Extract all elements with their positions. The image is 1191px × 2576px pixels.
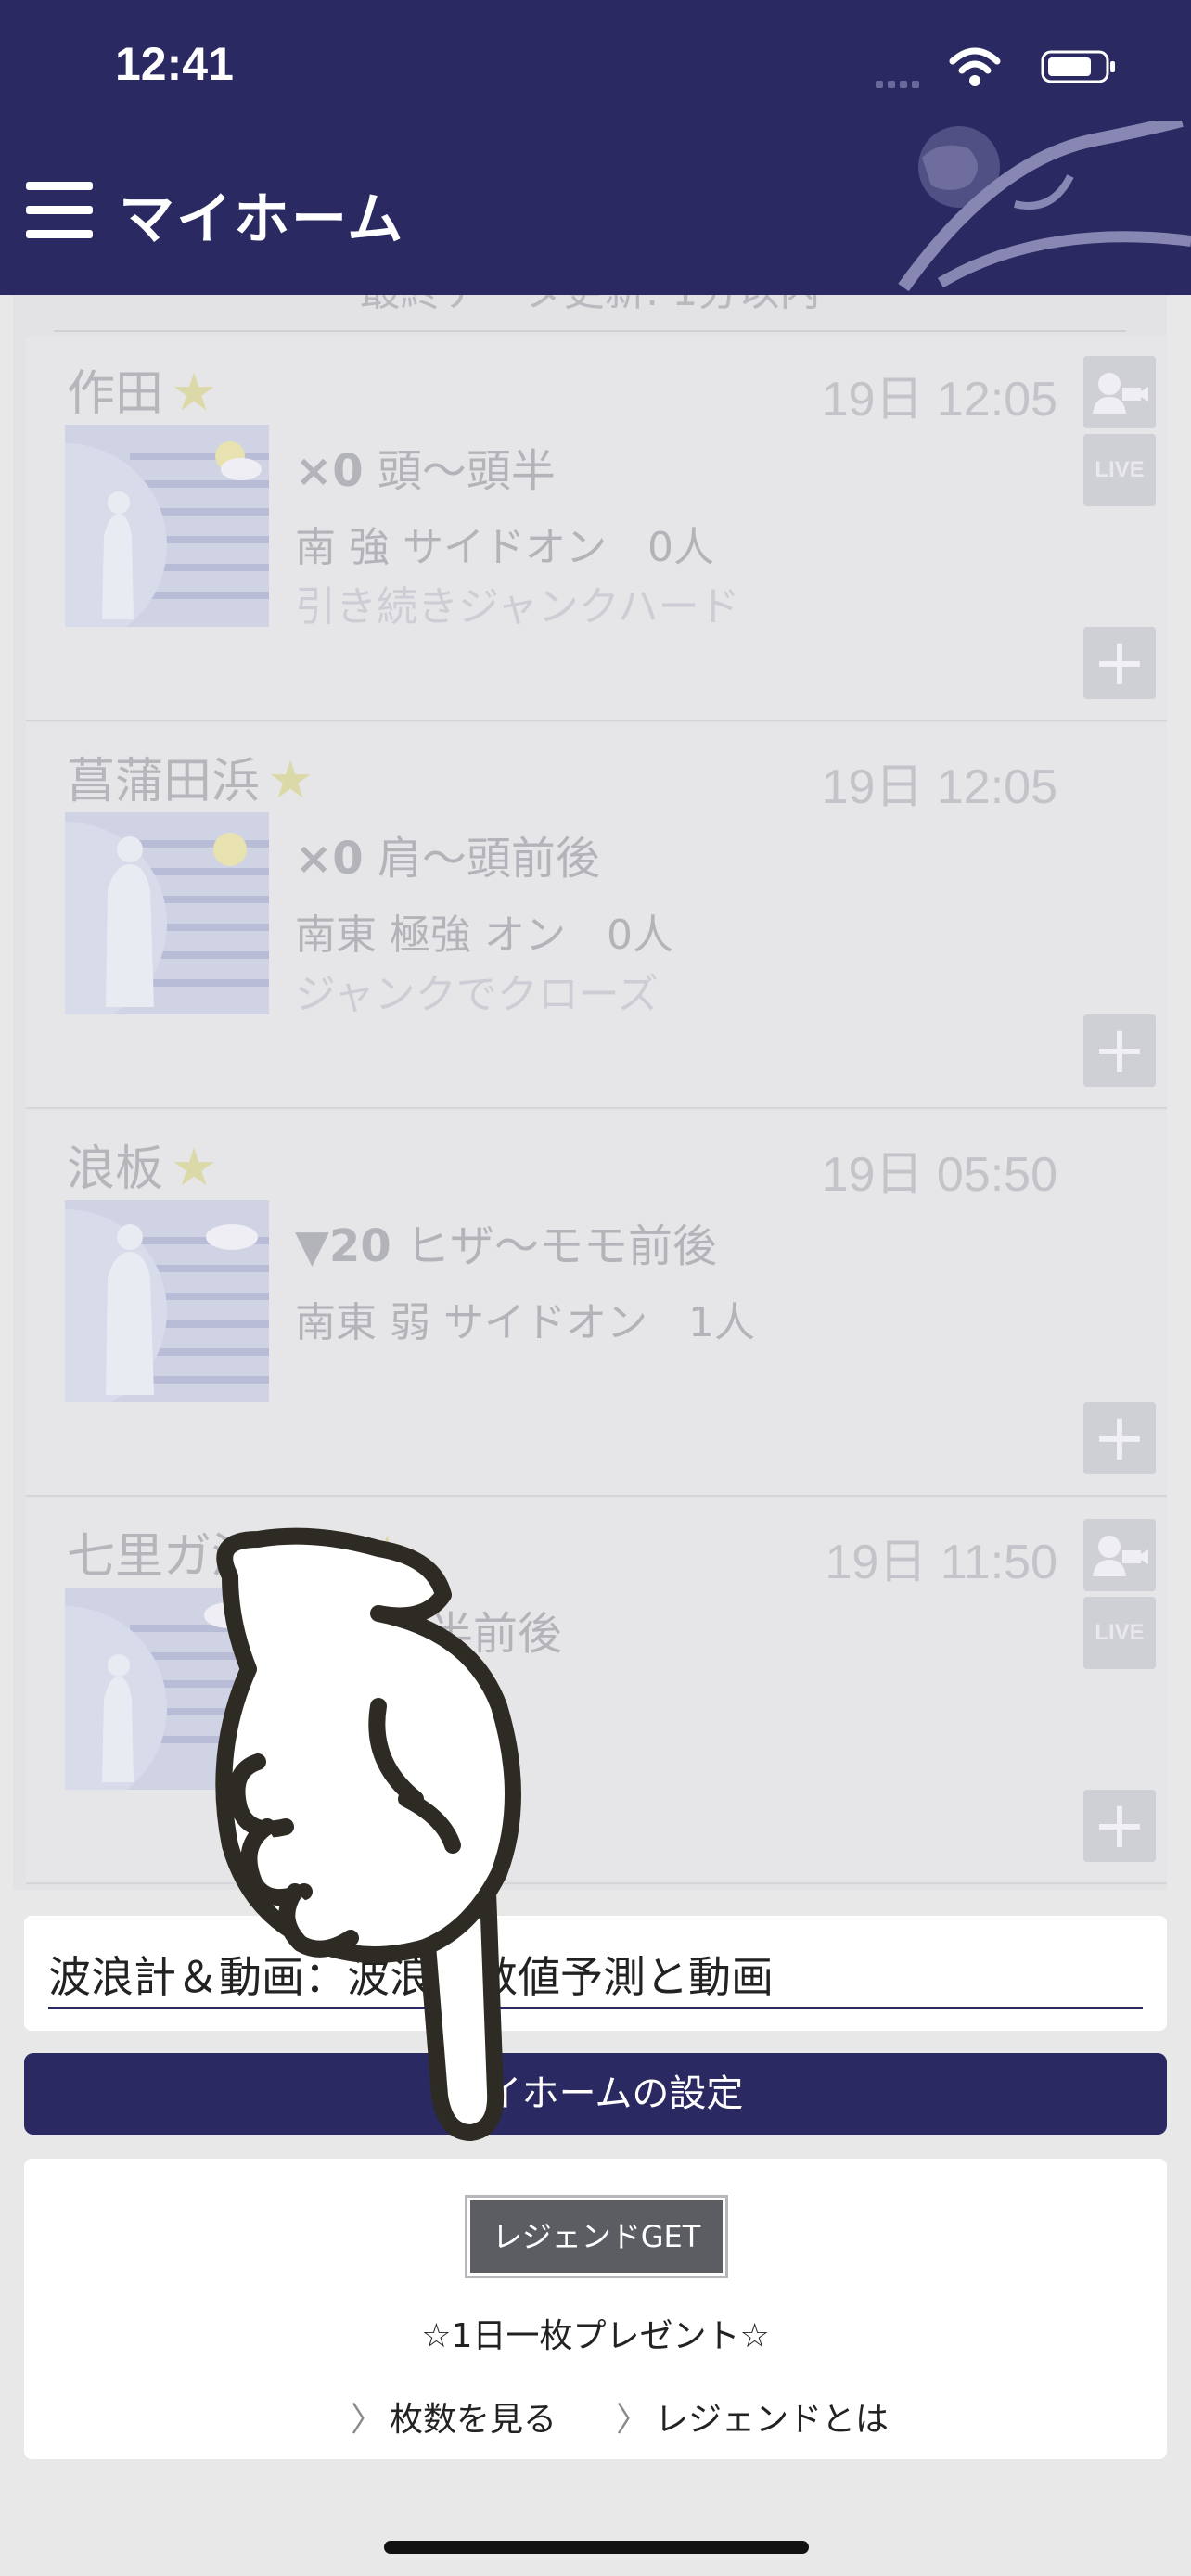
page-title: マイホーム [119, 187, 405, 252]
brand-logo [898, 121, 1191, 292]
camera-button[interactable] [1083, 1519, 1156, 1591]
cellular-signal-icon [876, 74, 931, 88]
favorite-star-icon[interactable]: ★ [171, 363, 217, 423]
last-updated-text: 最終データ更新: 1分以内 [13, 295, 1167, 317]
camera-button[interactable] [1083, 356, 1156, 428]
spot-time: 19日 05:50 [821, 1148, 1057, 1202]
spot-card[interactable]: 作田 ★ 19日 12:05 ×0 頭〜頭半 南 強 サイドオン 0人 引き続きジ… [26, 336, 1167, 721]
pointing-hand-icon [215, 1527, 521, 2141]
home-indicator [384, 2541, 809, 2554]
spot-time: 19日 12:05 [821, 760, 1057, 814]
legend-present-text: ☆1日一枚プレゼント☆ [421, 2317, 770, 2355]
about-legend-link[interactable]: 〉レジェンドとは [616, 2392, 889, 2441]
live-button[interactable]: LIVE [1083, 434, 1156, 506]
favorite-star-icon[interactable]: ★ [267, 750, 314, 810]
spot-card[interactable]: 浪板 ★ 19日 05:50 ▼20 ヒザ〜モモ前後 南東 弱 サイドオン 1人 … [26, 1111, 1167, 1497]
video-camera-icon [1093, 373, 1148, 414]
spot-condition: 引き続きジャンクハード [295, 583, 740, 631]
status-icons [839, 46, 1117, 89]
live-button[interactable]: LIVE [1083, 1597, 1156, 1669]
app-header: 12:41 マイホーム [0, 0, 1191, 295]
spot-wind: 南東 極強 オン 0人 [295, 912, 673, 959]
spot-condition: ジャンクでクローズ [295, 971, 659, 1018]
add-button[interactable]: + [1083, 1790, 1156, 1862]
add-button[interactable]: + [1083, 1014, 1156, 1087]
spot-time: 19日 12:05 [821, 373, 1057, 427]
favorite-star-icon[interactable]: ★ [171, 1138, 217, 1198]
add-button[interactable]: + [1083, 627, 1156, 699]
wave-thumbnail [65, 425, 269, 627]
spot-list: 最終データ更新: 1分以内 作田★ 19日 12:05 ×0 頭〜頭半 南 強 … [13, 295, 1167, 1890]
wave-thumbnail [65, 1200, 269, 1402]
legend-get-button[interactable]: レジェンドGET [465, 2195, 728, 2278]
hamburger-menu-icon[interactable] [26, 182, 93, 238]
add-button[interactable]: + [1083, 1402, 1156, 1474]
chevron-right-icon: 〉 [351, 2401, 385, 2439]
spot-time: 19日 11:50 [825, 1536, 1057, 1589]
status-time: 12:41 [115, 38, 234, 90]
wifi-icon [949, 47, 1001, 86]
divider [54, 330, 1126, 332]
spot-wave-size: ×0 頭〜頭半 [295, 445, 556, 497]
view-count-link[interactable]: 〉枚数を見る [351, 2392, 557, 2441]
chevron-right-icon: 〉 [616, 2401, 650, 2439]
battery-icon [1041, 50, 1115, 83]
spot-wind: 南 強 サイドオン 0人 [295, 524, 714, 571]
legend-panel: レジェンドGET ☆1日一枚プレゼント☆ 〉枚数を見る 〉レジェンドとは [24, 2159, 1167, 2459]
spot-name: 浪板 ★ [67, 1138, 218, 1198]
video-camera-icon [1093, 1536, 1148, 1576]
spot-wave-size: ×0 肩〜頭前後 [295, 833, 600, 885]
wave-thumbnail [65, 812, 269, 1014]
spot-wind: 南東 弱 サイドオン 1人 [295, 1299, 755, 1346]
spot-card[interactable]: 菖蒲田浜 ★ 19日 12:05 ×0 肩〜頭前後 南東 極強 オン 0人 ジャン… [26, 723, 1167, 1109]
spot-wave-size: ▼20 ヒザ〜モモ前後 [295, 1220, 717, 1272]
spot-name: 菖蒲田浜 ★ [67, 750, 314, 810]
spot-name: 作田 ★ [67, 363, 218, 423]
